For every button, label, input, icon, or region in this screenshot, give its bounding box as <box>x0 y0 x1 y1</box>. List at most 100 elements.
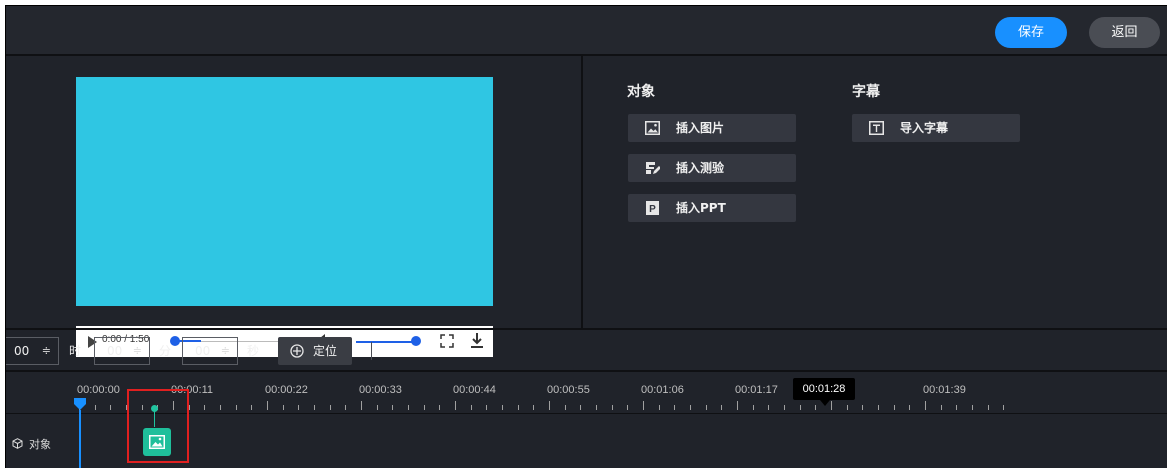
ruler-tick-label: 00:01:17 <box>735 384 778 396</box>
time-locate-bar: 00 ≑ 时 00 ≑ 分 00 ≑ 秒 定位 <box>6 328 1167 372</box>
ruler-tick <box>471 405 472 410</box>
ppt-icon: P <box>646 201 659 215</box>
ruler-tick <box>674 405 675 410</box>
seconds-stepper[interactable]: 00 ≑ <box>182 337 238 365</box>
ruler-tick <box>690 405 691 410</box>
svg-text:P: P <box>649 204 656 215</box>
top-toolbar: 保存 返回 <box>6 6 1167 56</box>
text-icon <box>869 121 884 135</box>
ruler-tick <box>768 405 769 410</box>
ruler-tick <box>330 405 331 410</box>
ruler-tick <box>502 405 503 410</box>
ruler-tick <box>361 401 362 410</box>
ruler-tick <box>408 405 409 410</box>
editor-window: 保存 返回 0:00 / 1:50 对象 插入图片 插入测验 P 插入PPT 字… <box>5 5 1167 468</box>
minutes-value: 00 <box>107 344 123 358</box>
ruler-tick-label: 00:00:33 <box>359 384 402 396</box>
locate-label: 定位 <box>313 344 338 358</box>
ruler-tick <box>392 405 393 410</box>
ruler-tick-label: 00:01:06 <box>641 384 684 396</box>
quiz-edit-icon <box>646 162 660 174</box>
playhead-marker-icon[interactable] <box>74 398 86 410</box>
ruler-tick <box>518 405 519 410</box>
ruler-tick-label: 00:00:55 <box>547 384 590 396</box>
ruler-tick <box>251 405 252 410</box>
hours-value: 00 <box>14 344 30 358</box>
ruler-tick <box>831 401 832 410</box>
object-track-label-text: 对象 <box>29 438 51 451</box>
ruler-tick-label: 00:00:44 <box>453 384 496 396</box>
back-button[interactable]: 返回 <box>1089 17 1160 48</box>
ruler-tick <box>314 405 315 410</box>
ruler-tick <box>549 401 550 410</box>
insert-ppt-label: 插入PPT <box>676 201 726 215</box>
ruler-tick <box>956 405 957 410</box>
hours-spin-icon[interactable]: ≑ <box>42 338 51 364</box>
ruler-tick <box>909 405 910 410</box>
ruler-tick-label: 00:00:22 <box>265 384 308 396</box>
ruler-tick <box>439 405 440 410</box>
ruler-tick <box>941 405 942 410</box>
ruler-tick <box>800 405 801 410</box>
objects-section-title: 对象 <box>627 84 655 100</box>
ruler-tick <box>784 405 785 410</box>
hours-stepper[interactable]: 00 ≑ <box>6 337 59 365</box>
ruler-tick <box>110 405 111 410</box>
ruler-tick <box>298 405 299 410</box>
selection-highlight <box>127 389 189 463</box>
subtitle-section-title: 字幕 <box>852 84 880 100</box>
seconds-spin-icon[interactable]: ≑ <box>221 338 230 364</box>
ruler-tick <box>533 405 534 410</box>
ruler-tick <box>925 401 926 410</box>
image-icon <box>645 121 660 135</box>
ruler-tick-label: 00:01:39 <box>923 384 966 396</box>
locate-button[interactable]: 定位 <box>278 337 352 365</box>
ruler-tick <box>862 405 863 410</box>
minutes-stepper[interactable]: 00 ≑ <box>94 337 150 365</box>
ruler-tick <box>721 405 722 410</box>
ruler-tick <box>753 405 754 410</box>
ruler-tick <box>455 401 456 410</box>
minutes-spin-icon[interactable]: ≑ <box>133 338 142 364</box>
ruler-tick <box>1003 405 1004 410</box>
ruler-tick <box>204 405 205 410</box>
ruler-tick <box>220 405 221 410</box>
save-button[interactable]: 保存 <box>995 17 1067 48</box>
ruler-tick <box>596 405 597 410</box>
ruler-tick <box>565 405 566 410</box>
ruler-tick <box>486 405 487 410</box>
ruler-tick <box>95 405 96 410</box>
ruler-tick <box>612 405 613 410</box>
ruler-tick <box>737 401 738 410</box>
minutes-unit: 分 <box>159 344 172 358</box>
video-frame[interactable] <box>76 77 493 306</box>
insert-ppt-button[interactable]: P 插入PPT <box>628 194 796 222</box>
ruler-tick <box>815 405 816 410</box>
toolbar-divider <box>371 342 372 360</box>
ruler-tick <box>580 405 581 410</box>
seconds-unit: 秒 <box>247 344 260 358</box>
hours-unit: 时 <box>69 344 82 358</box>
insert-image-button[interactable]: 插入图片 <box>628 114 796 142</box>
insert-panel: 对象 插入图片 插入测验 P 插入PPT 字幕 导入字幕 <box>583 56 1167 328</box>
ruler-tick <box>878 405 879 410</box>
ruler-tick <box>894 405 895 410</box>
ruler-tick <box>189 405 190 410</box>
ruler-tick <box>706 405 707 410</box>
ruler-tick <box>345 405 346 410</box>
import-subtitle-button[interactable]: 导入字幕 <box>852 114 1020 142</box>
ruler-tick <box>988 405 989 410</box>
seconds-value: 00 <box>195 344 211 358</box>
insert-image-label: 插入图片 <box>676 121 725 135</box>
ruler-tick <box>847 405 848 410</box>
ruler-tick <box>377 405 378 410</box>
ruler-tick <box>627 405 628 410</box>
object-track-label: 对象 <box>12 436 51 452</box>
ruler-tick-label: 00:00:00 <box>77 384 120 396</box>
import-subtitle-label: 导入字幕 <box>900 121 949 135</box>
insert-quiz-button[interactable]: 插入测验 <box>628 154 796 182</box>
tooltip-arrow <box>820 400 830 406</box>
ruler-tick <box>659 405 660 410</box>
video-preview-pane: 0:00 / 1:50 <box>6 56 583 357</box>
ruler-tick <box>267 401 268 410</box>
